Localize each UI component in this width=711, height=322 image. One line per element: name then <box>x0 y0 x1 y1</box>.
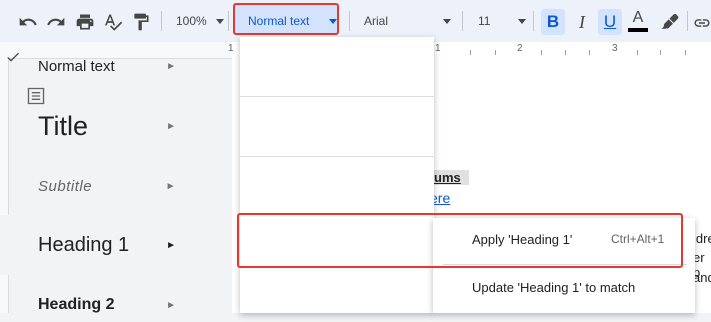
menu-divider <box>240 156 434 157</box>
font-size-select[interactable]: 11 <box>478 14 490 28</box>
chevron-down-icon[interactable] <box>329 19 337 24</box>
underline-button[interactable]: U <box>598 9 622 35</box>
ruler-tick <box>685 50 686 55</box>
text-color-label: A <box>632 9 644 26</box>
toolbar-divider <box>349 11 350 31</box>
ruler-tick <box>637 50 638 55</box>
ruler-tick <box>470 50 471 55</box>
check-icon <box>5 49 21 69</box>
heading-1-submenu: Apply 'Heading 1' Ctrl+Alt+1 Update 'Hea… <box>433 218 695 313</box>
menu-divider <box>240 96 434 97</box>
toolbar-divider <box>462 11 463 31</box>
toolbar-divider <box>687 11 688 31</box>
text-color-swatch <box>628 28 648 32</box>
submenu-divider <box>443 264 687 265</box>
toolbar-divider <box>533 11 534 31</box>
menu-item-label: Subtitle <box>38 177 93 195</box>
ruler-mark: 2 <box>517 43 523 54</box>
undo-icon[interactable] <box>16 11 40 33</box>
chevron-down-icon[interactable] <box>216 19 224 24</box>
menu-item-label: Title <box>38 110 89 141</box>
ruler-mark: 1 <box>435 43 441 54</box>
menu-item-title[interactable]: Title ► <box>0 104 194 148</box>
bold-button[interactable]: B <box>541 9 565 35</box>
link-icon[interactable] <box>693 14 711 37</box>
italic-button[interactable]: I <box>570 9 594 35</box>
menu-item-subtitle[interactable]: Subtitle ► <box>0 168 194 204</box>
ruler-mark: 3 <box>612 43 618 54</box>
ruler-tick <box>495 50 496 55</box>
chevron-down-icon[interactable] <box>443 19 451 24</box>
font-select[interactable]: Arial <box>364 14 388 28</box>
menu-item-label: Heading 1 <box>38 233 130 256</box>
ruler-mark: 1 <box>228 43 234 54</box>
chevron-right-icon: ► <box>166 60 176 72</box>
menu-item-label: Heading 2 <box>38 296 115 313</box>
update-heading-1-item[interactable]: Update 'Heading 1' to match <box>472 280 635 295</box>
shortcut-label: Ctrl+Alt+1 <box>611 232 665 246</box>
chevron-down-icon[interactable] <box>518 19 526 24</box>
paint-format-icon[interactable] <box>128 11 154 33</box>
ruler-tick <box>565 50 566 55</box>
paragraph-style-label: Normal text <box>248 14 310 28</box>
ruler-tick <box>660 50 661 55</box>
toolbar-divider <box>228 11 229 31</box>
document-text[interactable]: ldre <box>693 231 711 246</box>
print-icon[interactable] <box>72 11 98 33</box>
menu-item-label: Normal text <box>38 57 115 75</box>
ruler-tick <box>589 50 590 55</box>
chevron-right-icon: ► <box>166 299 176 311</box>
text-color-button[interactable]: A <box>627 9 649 37</box>
highlighter-icon[interactable] <box>658 11 682 33</box>
menu-item-heading-2[interactable]: Heading 2 ► <box>0 288 194 322</box>
menu-item-heading-1[interactable]: Heading 1 ► <box>0 215 194 275</box>
redo-icon[interactable] <box>44 11 68 33</box>
zoom-select[interactable]: 100% <box>176 14 207 28</box>
apply-heading-1-item[interactable]: Apply 'Heading 1' <box>472 232 572 247</box>
document-text[interactable]: and <box>693 270 711 285</box>
ruler-tick <box>541 50 542 55</box>
chevron-right-icon: ► <box>166 239 176 251</box>
paragraph-style-menu <box>240 37 434 313</box>
spellcheck-icon[interactable] <box>100 11 126 33</box>
chevron-right-icon: ► <box>165 180 176 192</box>
chevron-right-icon: ► <box>166 120 176 132</box>
toolbar-divider <box>161 11 162 31</box>
menu-item-normal-text[interactable]: Normal text ► <box>0 50 194 82</box>
